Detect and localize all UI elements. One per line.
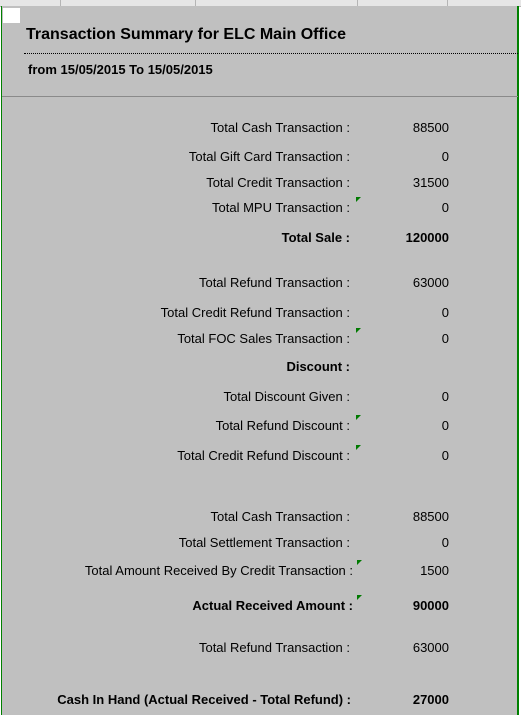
- header-divider: [2, 96, 518, 97]
- comment-indicator-icon[interactable]: [356, 197, 361, 202]
- summary-row: Actual Received Amount : 90000: [0, 597, 521, 615]
- row-value: 0: [441, 200, 449, 215]
- row-value: 88500: [412, 120, 449, 135]
- row-value: 0: [441, 418, 449, 433]
- row-label: Total Settlement Transaction :: [178, 535, 350, 550]
- row-label: Total FOC Sales Transaction :: [177, 331, 350, 346]
- row-value: 63000: [412, 275, 449, 290]
- summary-row: Total Refund Transaction : 63000: [0, 639, 521, 657]
- row-label: Actual Received Amount :: [192, 598, 353, 613]
- cell-selector[interactable]: [3, 8, 20, 23]
- summary-row: Total Refund Discount : 0: [0, 417, 521, 435]
- summary-row: Total Credit Transaction : 31500: [0, 174, 521, 192]
- dotted-divider: [24, 53, 518, 54]
- comment-indicator-icon[interactable]: [357, 560, 362, 565]
- row-value: 31500: [412, 175, 449, 190]
- row-label: Total Amount Received By Credit Transact…: [84, 563, 353, 578]
- comment-indicator-icon[interactable]: [357, 595, 362, 600]
- row-value: 0: [441, 149, 449, 164]
- row-value: 0: [441, 448, 449, 463]
- row-value: 1500: [420, 563, 449, 578]
- summary-row: Total Sale : 120000: [0, 229, 521, 247]
- summary-row: Total Amount Received By Credit Transact…: [0, 562, 521, 580]
- row-label: Total Refund Transaction :: [198, 275, 350, 290]
- summary-row: Total Settlement Transaction : 0: [0, 534, 521, 552]
- row-label: Total MPU Transaction :: [212, 200, 350, 215]
- summary-row: Total FOC Sales Transaction : 0: [0, 330, 521, 348]
- summary-row: Total Gift Card Transaction : 0: [0, 148, 521, 166]
- comment-indicator-icon[interactable]: [356, 415, 361, 420]
- report-title: Transaction Summary for ELC Main Office: [26, 26, 347, 43]
- row-value: 90000: [412, 598, 449, 613]
- row-label: Total Credit Refund Discount :: [177, 448, 350, 463]
- row-value: 120000: [405, 230, 449, 245]
- row-label: Total Refund Discount :: [215, 418, 350, 433]
- comment-indicator-icon[interactable]: [356, 328, 361, 333]
- summary-row: Discount :: [0, 358, 521, 376]
- row-value: 0: [441, 535, 449, 550]
- summary-row: Total Refund Transaction : 63000: [0, 274, 521, 292]
- summary-row: Total Credit Refund Discount : 0: [0, 447, 521, 465]
- row-label: Total Credit Refund Transaction :: [160, 305, 350, 320]
- row-label: Cash In Hand (Actual Received - Total Re…: [57, 692, 351, 707]
- summary-row: Total Credit Refund Transaction : 0: [0, 304, 521, 322]
- row-label: Discount :: [286, 359, 350, 374]
- row-label: Total Cash Transaction :: [210, 509, 350, 524]
- row-value: 0: [441, 331, 449, 346]
- row-label: Total Cash Transaction :: [210, 120, 350, 135]
- comment-indicator-icon[interactable]: [356, 445, 361, 450]
- row-value: 0: [441, 389, 449, 404]
- summary-row: Total Cash Transaction : 88500: [0, 119, 521, 137]
- row-value: 88500: [412, 509, 449, 524]
- report-date-range: from 15/05/2015 To 15/05/2015: [28, 62, 213, 77]
- row-label: Total Discount Given :: [223, 389, 350, 404]
- summary-row: Cash In Hand (Actual Received - Total Re…: [0, 691, 521, 709]
- row-value: 27000: [412, 692, 449, 707]
- row-label: Total Refund Transaction :: [198, 640, 350, 655]
- summary-row: Total Cash Transaction : 88500: [0, 508, 521, 526]
- row-label: Total Gift Card Transaction :: [188, 149, 350, 164]
- summary-row: Total MPU Transaction : 0: [0, 199, 521, 217]
- row-value: 63000: [412, 640, 449, 655]
- summary-row: Total Discount Given : 0: [0, 388, 521, 406]
- row-value: 0: [441, 305, 449, 320]
- row-label: Total Credit Transaction :: [206, 175, 350, 190]
- row-label: Total Sale :: [281, 230, 350, 245]
